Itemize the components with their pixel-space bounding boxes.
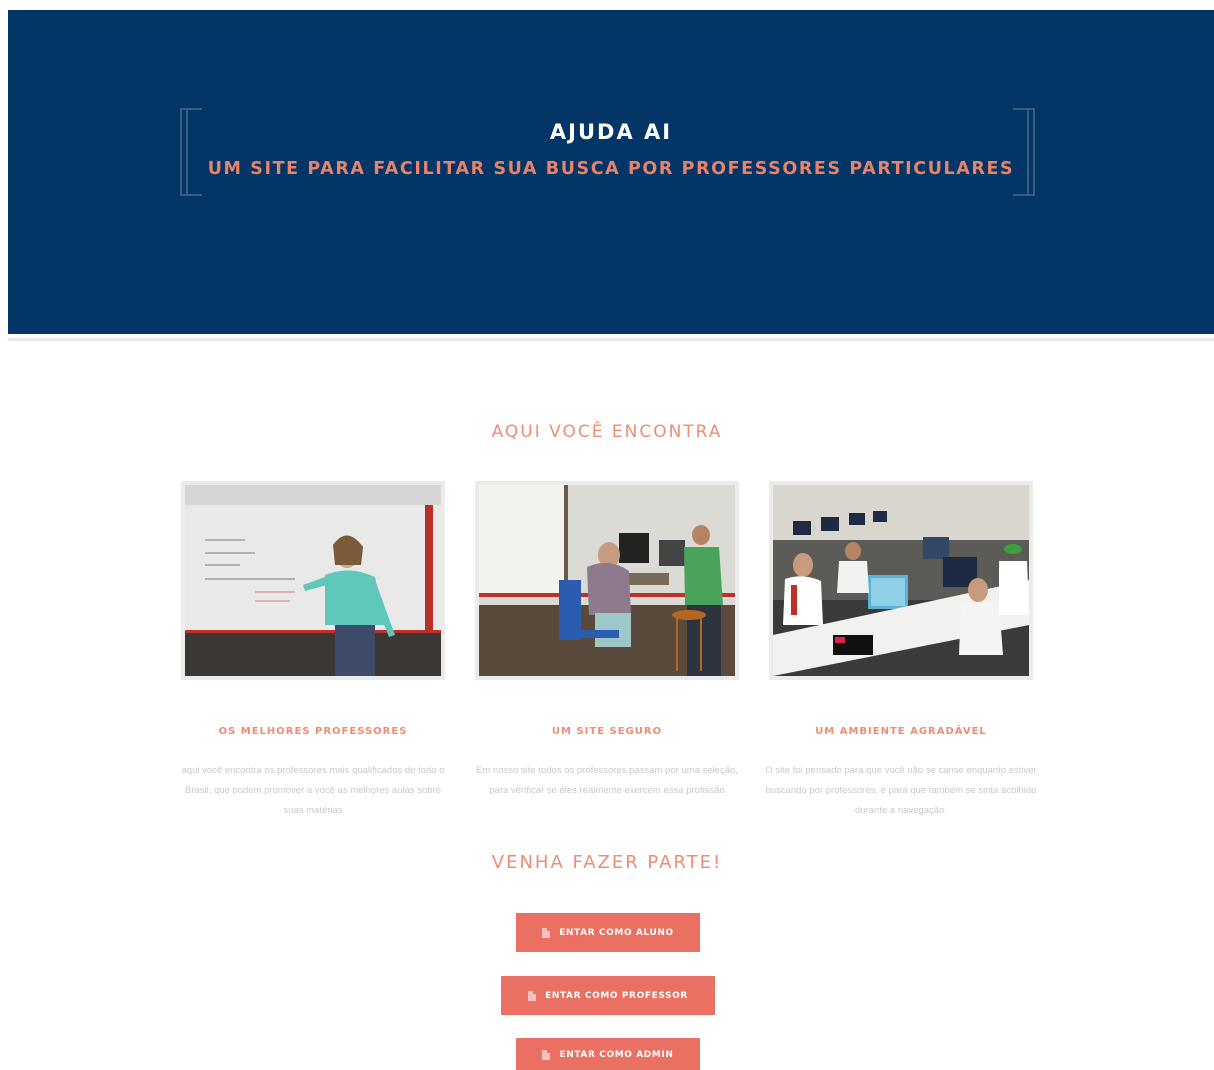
students-in-computer-lab-photo xyxy=(769,481,1033,680)
login-teacher-button[interactable]: ENTAR COMO PROFESSOR xyxy=(501,976,715,1015)
login-admin-button[interactable]: ENTAR COMO ADMIN xyxy=(516,1038,700,1070)
hero-divider xyxy=(8,338,1214,341)
join-heading: VENHA FAZER PARTE! xyxy=(491,852,723,873)
feature-description: O site foi pensado para que você não se … xyxy=(765,765,1037,816)
features-heading: AQUI VOCÊ ENCONTRA xyxy=(491,422,723,442)
site-subtitle: UM SITE PARA FACILITAR SUA BUSCA POR PRO… xyxy=(207,159,1015,179)
feature-title: UM SITE SEGURO xyxy=(551,726,663,737)
feature-card-environment: UM AMBIENTE AGRADÁVEL O site foi pensado… xyxy=(765,481,1037,816)
feature-title: UM AMBIENTE AGRADÁVEL xyxy=(815,726,987,737)
document-icon xyxy=(542,927,551,938)
page: AJUDA AI UM SITE PARA FACILITAR SUA BUSC… xyxy=(0,0,1214,1070)
button-label: ENTAR COMO ALUNO xyxy=(559,927,674,938)
document-icon xyxy=(542,1050,551,1060)
button-label: ENTAR COMO ADMIN xyxy=(559,1050,674,1060)
feature-title: OS MELHORES PROFESSORES xyxy=(218,726,408,737)
button-label: ENTAR COMO PROFESSOR xyxy=(545,990,688,1001)
site-title: AJUDA AI xyxy=(549,120,673,144)
document-icon xyxy=(528,990,537,1001)
computer-lab-teacher-photo xyxy=(475,481,739,680)
feature-card-teachers: OS MELHORES PROFESSORES aqui você encont… xyxy=(181,481,445,816)
feature-description: Em nosso site todos os professores passa… xyxy=(476,765,738,796)
feature-description: aqui você encontra os professores mais q… xyxy=(181,765,445,816)
login-student-button[interactable]: ENTAR COMO ALUNO xyxy=(516,913,700,952)
feature-card-security: UM SITE SEGURO Em nosso site todos os pr… xyxy=(475,481,739,796)
teacher-at-whiteboard-photo xyxy=(181,481,445,680)
